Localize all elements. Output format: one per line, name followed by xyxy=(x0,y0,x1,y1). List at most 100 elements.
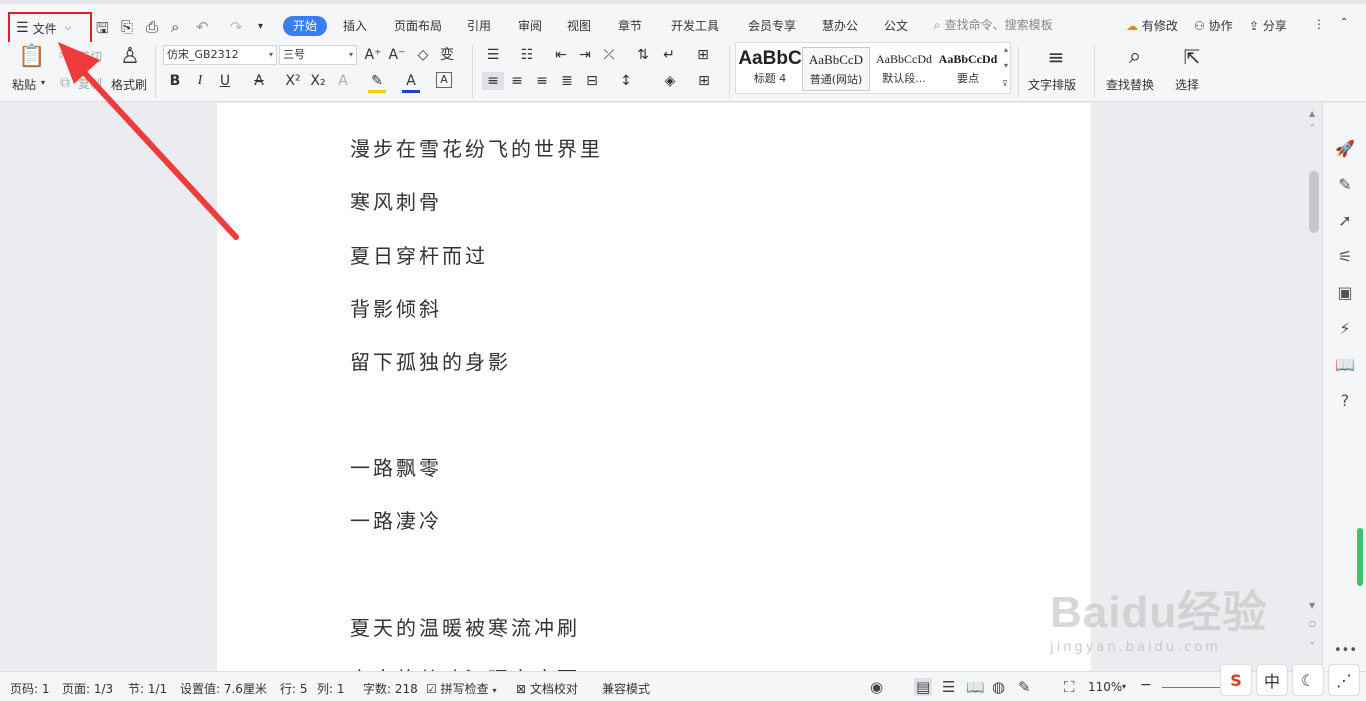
select-button[interactable]: 选择 xyxy=(1175,76,1199,93)
tab-insert[interactable]: 插入 xyxy=(341,16,369,36)
find-replace-button[interactable]: 查找替换 xyxy=(1106,76,1154,93)
tab-smart-office[interactable]: 慧办公 xyxy=(820,16,860,36)
revise-button[interactable]: ☁ 有修改 xyxy=(1126,17,1178,34)
text-line[interactable]: 六古的从叶江理安府而 xyxy=(350,663,580,671)
copy-button[interactable]: 复制 xyxy=(78,75,102,92)
expand-gallery-icon[interactable]: ⊽ xyxy=(1002,79,1008,88)
style-default-paragraph[interactable]: AaBbCcDd 默认段... xyxy=(870,47,938,91)
strikethrough-icon[interactable]: A xyxy=(250,72,268,90)
line-spacing-icon[interactable]: ↕ xyxy=(617,72,635,90)
status-section[interactable]: 节: 1/1 xyxy=(128,680,167,697)
increase-indent-icon[interactable]: ⇥ xyxy=(576,46,594,64)
chinese-layout-icon[interactable]: ⤫ xyxy=(600,46,618,64)
cut-button[interactable]: 剪切 xyxy=(78,48,102,65)
collab-button[interactable]: ⚇ 协作 xyxy=(1194,17,1233,34)
borders-icon[interactable]: ⊞ xyxy=(695,72,713,90)
export-pdf-icon[interactable]: ⎘ xyxy=(121,18,133,36)
align-left-icon[interactable]: ≡ xyxy=(482,72,504,90)
zoom-level[interactable]: 110% xyxy=(1088,680,1122,694)
bold-icon[interactable]: B xyxy=(166,72,184,90)
zoom-slider[interactable] xyxy=(1162,687,1222,688)
tab-member[interactable]: 会员专享 xyxy=(746,16,798,36)
font-name-select[interactable]: 仿宋_GB2312 ▾ xyxy=(163,45,277,65)
shading-icon[interactable]: ◈ xyxy=(661,72,679,90)
collapse-ribbon-icon[interactable]: ⌃ xyxy=(1340,17,1348,28)
chevron-up-icon[interactable]: ▴ xyxy=(1004,45,1008,54)
scrollbar-thumb[interactable] xyxy=(1309,171,1319,233)
numbered-list-icon[interactable]: ☷ xyxy=(518,46,536,64)
pen-icon[interactable]: ✎ xyxy=(1334,175,1356,194)
page-view-icon[interactable]: ▤ xyxy=(914,678,933,696)
align-center-icon[interactable]: ≡ xyxy=(508,72,526,90)
tab-review[interactable]: 审阅 xyxy=(516,16,544,36)
tab-stops-icon[interactable]: ⊞ xyxy=(694,46,712,64)
copy-icon[interactable]: ⧉ xyxy=(56,74,74,92)
paragraph-mark-icon[interactable]: ↵ xyxy=(660,46,678,64)
settings-sliders-icon[interactable]: ⚟ xyxy=(1334,247,1356,266)
format-painter-button[interactable]: 格式刷 xyxy=(111,76,147,93)
sort-icon[interactable]: ⇅ xyxy=(634,46,652,64)
clear-format-icon[interactable]: ◇ xyxy=(414,46,432,64)
rocket-icon[interactable]: 🚀 xyxy=(1334,139,1356,158)
book-icon[interactable]: 📖 xyxy=(1334,355,1356,374)
file-menu-button[interactable]: ☰ 文件 ⌵ xyxy=(8,12,92,44)
tab-chapter[interactable]: 章节 xyxy=(616,16,644,36)
image-tool-icon[interactable]: ▣ xyxy=(1334,283,1356,302)
tab-developer[interactable]: 开发工具 xyxy=(669,16,721,36)
cursor-select-icon[interactable]: ⇱ xyxy=(1180,44,1204,70)
text-line[interactable]: 一路凄冷 xyxy=(350,505,442,534)
lightning-icon[interactable]: ⚡ xyxy=(1334,319,1356,338)
phonetic-guide-icon[interactable]: 变 xyxy=(438,46,456,64)
quick-access-more-icon[interactable]: ▾ xyxy=(258,21,263,32)
ime-mode-button[interactable]: 中 xyxy=(1256,664,1288,696)
tab-home[interactable]: 开始 xyxy=(283,16,328,36)
fit-page-icon[interactable]: ⛶ xyxy=(1064,678,1075,696)
chevron-down-icon[interactable]: ▾ xyxy=(1122,682,1126,691)
text-effect-icon[interactable]: A xyxy=(334,72,352,90)
highlight-icon[interactable]: ✎ xyxy=(368,72,386,93)
decrease-indent-icon[interactable]: ⇤ xyxy=(552,46,570,64)
print-icon[interactable]: ⎙ xyxy=(146,18,158,36)
font-size-select[interactable]: 三号 ▾ xyxy=(279,45,357,65)
format-painter-icon[interactable]: ♙ xyxy=(118,44,142,70)
tab-page-layout[interactable]: 页面布局 xyxy=(392,16,444,36)
paste-icon[interactable]: 📋 xyxy=(18,44,45,70)
font-color-icon[interactable]: A xyxy=(402,72,420,93)
scroll-up-icon[interactable]: ▲ xyxy=(1309,109,1315,118)
tab-references[interactable]: 引用 xyxy=(465,16,493,36)
align-right-icon[interactable]: ≡ xyxy=(533,72,551,90)
sogou-s-icon[interactable]: S xyxy=(1220,664,1252,696)
text-line[interactable]: 漫步在雪花纷飞的世界里 xyxy=(350,133,603,162)
status-page[interactable]: 页面: 1/3 xyxy=(62,680,113,697)
pointer-icon[interactable]: ➚ xyxy=(1334,211,1356,230)
distributed-icon[interactable]: ⊟ xyxy=(583,72,601,90)
text-layout-button[interactable]: 文字排版 xyxy=(1028,76,1076,93)
status-setting-value[interactable]: 设置值: 7.6厘米 xyxy=(180,680,267,697)
text-line[interactable]: 留下孤独的身影 xyxy=(350,346,511,375)
style-heading-4[interactable]: AaBbC 标题 4 xyxy=(736,47,804,91)
style-key-point[interactable]: AaBbCcDd 要点 xyxy=(934,47,1002,91)
bullet-list-icon[interactable]: ☰ xyxy=(484,46,502,64)
write-view-icon[interactable]: ✎ xyxy=(1018,678,1031,696)
command-search[interactable]: ⌕ 查找命令、搜索模板 xyxy=(934,16,1053,33)
superscript-icon[interactable]: X² xyxy=(284,72,302,90)
text-line[interactable]: 夏天的温暖被寒流冲刷 xyxy=(350,612,580,641)
italic-icon[interactable]: I xyxy=(191,72,209,90)
subscript-icon[interactable]: X₂ xyxy=(309,72,327,90)
shrink-font-icon[interactable]: A⁻ xyxy=(388,46,406,64)
scroll-prev-page-icon[interactable]: ⌃ xyxy=(1309,123,1316,132)
reading-view-icon[interactable]: 📖 xyxy=(966,678,985,696)
document-page[interactable]: 漫步在雪花纷飞的世界里 寒风刺骨 夏日穿杆而过 背影倾斜 留下孤独的身影 一路飘… xyxy=(217,103,1091,671)
tab-view[interactable]: 视图 xyxy=(565,16,593,36)
save-icon[interactable]: 🖫 xyxy=(96,18,109,43)
print-preview-icon[interactable]: ⌕ xyxy=(171,18,179,36)
ime-settings-icon[interactable]: ⋰ xyxy=(1328,664,1360,696)
scissors-icon[interactable]: ✂ xyxy=(56,47,74,65)
text-line[interactable]: 背影倾斜 xyxy=(350,293,442,322)
doc-proof-button[interactable]: ⊠ 文档校对 xyxy=(516,680,578,697)
underline-icon[interactable]: U xyxy=(216,72,234,90)
justify-icon[interactable]: ≣ xyxy=(558,72,576,90)
text-line[interactable]: 一路飘零 xyxy=(350,452,442,481)
outline-view-icon[interactable]: ☰ xyxy=(942,678,955,696)
status-row[interactable]: 行: 5 xyxy=(280,680,308,697)
